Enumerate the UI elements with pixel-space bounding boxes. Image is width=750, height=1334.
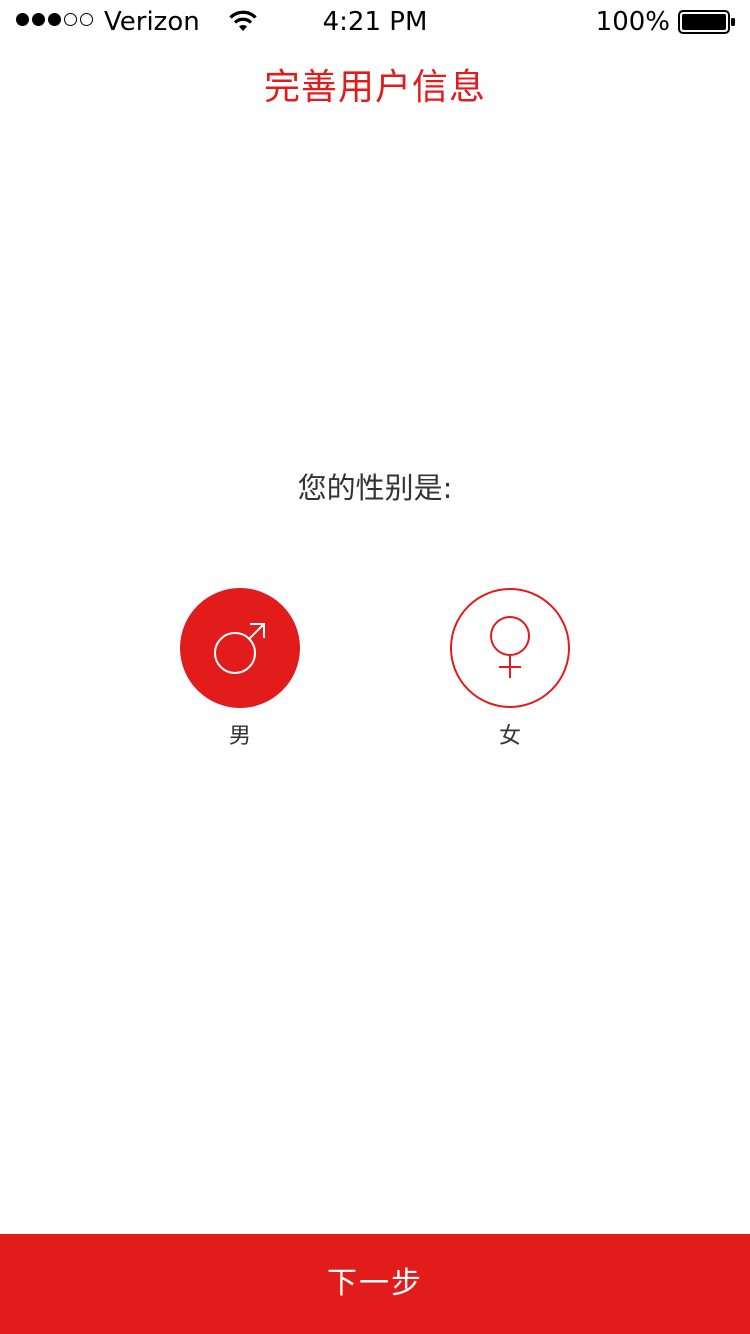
gender-question: 您的性别是: [297, 471, 453, 505]
page-title: 完善用户信息 [263, 67, 486, 108]
male-option-circle[interactable] [180, 588, 300, 708]
female-option-circle[interactable] [450, 588, 570, 708]
male-option-label: 男 [228, 724, 251, 749]
gender-option-female[interactable]: 女 [450, 588, 570, 752]
female-symbol-icon [490, 616, 530, 678]
male-symbol-icon [214, 623, 265, 674]
battery-icon [678, 10, 735, 34]
female-option-label: 女 [498, 724, 521, 749]
gender-selection-screen: Verizon 4:21 PM 100% 完善用户信息 您的性别是: 男 女 下… [0, 0, 750, 1334]
battery-percentage: 100% [595, 7, 670, 37]
gender-option-male[interactable]: 男 [180, 588, 300, 752]
next-step-button[interactable]: 下一步 [0, 1234, 750, 1334]
status-bar: Verizon 4:21 PM 100% [0, 0, 750, 44]
